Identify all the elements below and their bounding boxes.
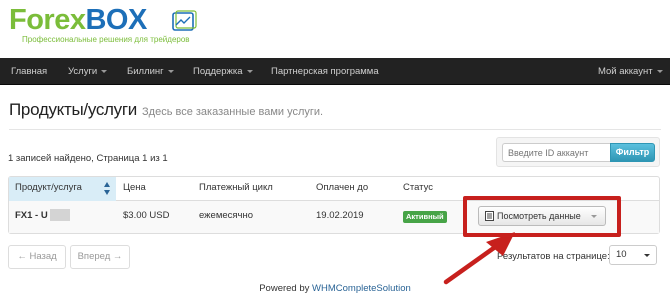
page-subtitle: Здесь все заказанные вами услуги. (142, 106, 324, 118)
divider (9, 129, 661, 130)
pager-prev-button[interactable]: ← Назад (8, 245, 66, 269)
filter-panel: Фильтр (496, 137, 660, 167)
brand-logo[interactable]: ForexBOX Профессиональные решения для тр… (9, 6, 239, 44)
cell-product: FX1 - U (15, 201, 70, 233)
caret-down-icon (246, 69, 253, 73)
caret-down-icon (656, 69, 663, 73)
brand-name-part2: BOX (85, 4, 147, 36)
nav-item-label: Партнерская программа (271, 66, 379, 77)
nav-item-label: Мой аккаунт (598, 66, 653, 77)
highlight-box (463, 196, 621, 237)
caret-down-icon (101, 69, 108, 73)
filter-button[interactable]: Фильтр (610, 143, 655, 162)
redacted-text (49, 209, 70, 222)
cell-billing-cycle: ежемесячно (199, 210, 254, 221)
nav-item-account[interactable]: Мой аккаунт (598, 58, 663, 85)
nav-item-label: Биллинг (127, 66, 164, 77)
nav-item-services[interactable]: Услуги (68, 58, 108, 85)
column-header-billing-cycle[interactable]: Платежный цикл (199, 177, 273, 201)
caret-down-icon (167, 69, 174, 73)
chart-box-icon (172, 10, 197, 31)
nav-item-home[interactable]: Главная (11, 58, 47, 85)
main-navbar: Главная Услуги Биллинг Поддержка Партнер… (0, 58, 670, 85)
sort-icon (104, 182, 110, 195)
column-header-label: Продукт/услуга (15, 182, 82, 193)
results-per-page-select[interactable]: 10 (609, 245, 657, 265)
brand-tagline: Профессиональные решения для трейдеров (22, 35, 190, 44)
pager-next-button[interactable]: Вперед → (70, 245, 130, 269)
footer: Powered by WHMCompleteSolution (0, 283, 670, 294)
column-header-paid-until[interactable]: Оплачен до (316, 177, 368, 201)
status-badge: Активный (403, 211, 447, 223)
nav-item-support[interactable]: Поддержка (193, 58, 253, 85)
nav-item-affiliates[interactable]: Партнерская программа (271, 58, 379, 85)
nav-item-label: Главная (11, 66, 48, 77)
column-header-price[interactable]: Цена (123, 177, 146, 201)
records-info: 1 записей найдено, Страница 1 из 1 (8, 153, 168, 164)
cell-paid-until: 19.02.2019 (316, 210, 364, 221)
column-header-product[interactable]: Продукт/услуга (9, 177, 116, 201)
column-header-status[interactable]: Статус (403, 177, 433, 201)
results-per-page-label: Результатов на странице: (497, 251, 610, 262)
footer-prefix: Powered by (259, 283, 310, 294)
brand-name: ForexBOX (9, 4, 239, 36)
footer-link[interactable]: WHMCompleteSolution (312, 283, 411, 294)
account-id-filter-input[interactable] (502, 143, 610, 162)
cell-price: $3.00 USD (123, 210, 170, 221)
caret-down-icon (644, 254, 650, 257)
nav-item-billing[interactable]: Биллинг (127, 58, 174, 85)
product-name: FX1 - U (15, 210, 48, 221)
nav-item-label: Поддержка (193, 66, 243, 77)
results-per-page-value: 10 (616, 249, 627, 260)
page-header: Продукты/услуги Здесь все заказанные вам… (9, 100, 323, 120)
brand-name-part1: Forex (9, 4, 86, 36)
page-title: Продукты/услуги (9, 100, 137, 119)
nav-item-label: Услуги (68, 66, 98, 77)
